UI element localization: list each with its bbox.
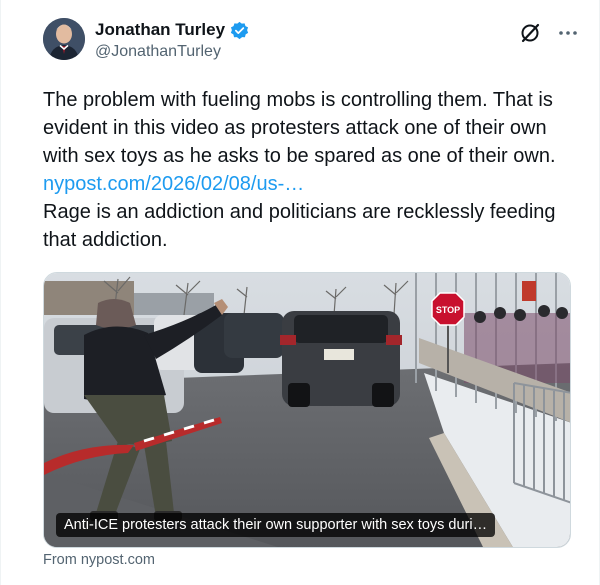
verified-badge-icon bbox=[230, 21, 249, 40]
tweet-text-main: The problem with fueling mobs is control… bbox=[43, 89, 556, 167]
author-handle[interactable]: @JonathanTurley bbox=[95, 43, 249, 61]
more-icon[interactable] bbox=[557, 22, 579, 44]
author-avatar[interactable] bbox=[43, 18, 85, 60]
link-source-label[interactable]: From nypost.com bbox=[43, 552, 155, 568]
display-name-row: Jonathan Turley bbox=[95, 20, 249, 40]
author-names: Jonathan Turley @JonathanTurley bbox=[95, 20, 249, 61]
grok-icon[interactable] bbox=[519, 22, 541, 44]
author-display-name[interactable]: Jonathan Turley bbox=[95, 20, 225, 40]
tweet-header: Jonathan Turley @JonathanTurley bbox=[43, 18, 579, 68]
tweet-card[interactable]: Jonathan Turley @JonathanTurley The prob… bbox=[0, 0, 600, 585]
media-image: STOP bbox=[44, 273, 570, 547]
tweet-text-tail: Rage is an addiction and politicians are… bbox=[43, 201, 556, 251]
tweet-text: The problem with fueling mobs is control… bbox=[43, 86, 563, 254]
tweet-link[interactable]: nypost.com/2026/02/08/us-… bbox=[43, 173, 304, 195]
media-caption: Anti-ICE protesters attack their own sup… bbox=[56, 513, 496, 537]
media-card[interactable]: STOP Anti-ICE protesters attack their ow… bbox=[43, 272, 571, 548]
stop-sign-text: STOP bbox=[436, 305, 460, 315]
